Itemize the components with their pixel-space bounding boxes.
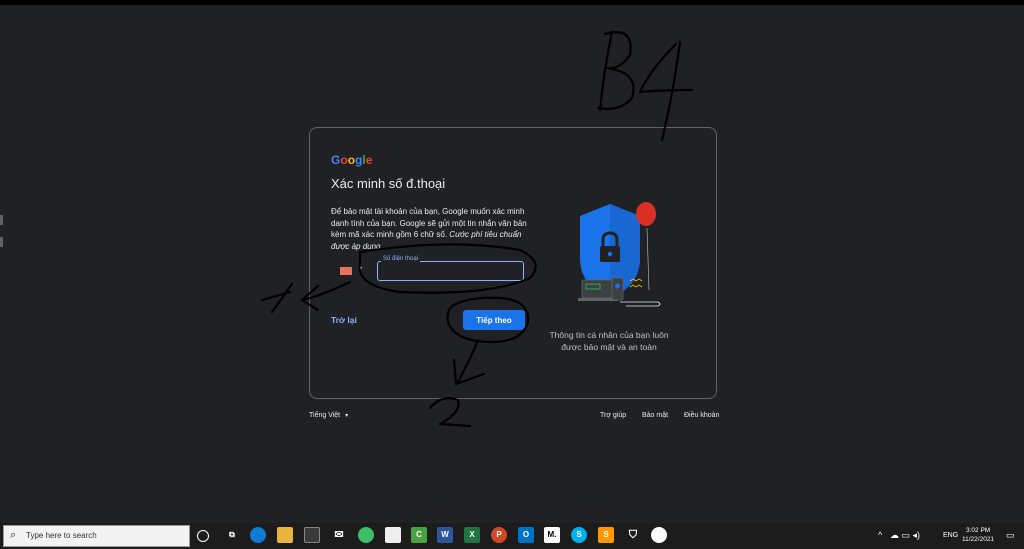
logo-letter: e	[365, 153, 373, 167]
phone-input[interactable]	[378, 262, 523, 280]
illustration-caption: Thông tin cá nhân của bạn luôn được bảo …	[549, 330, 669, 352]
country-selector[interactable]: ▾	[340, 264, 368, 278]
taskbar-search[interactable]: ⌕ Type here to search	[3, 525, 190, 547]
app-icon[interactable]	[385, 527, 401, 543]
page-title: Xác minh số đ.thoại	[331, 176, 446, 191]
edge-icon[interactable]	[250, 527, 266, 543]
description: Để bảo mật tài khoản của bạn, Google muố…	[331, 206, 531, 252]
security-icon[interactable]: ⛉	[625, 527, 641, 543]
flag-icon	[340, 267, 352, 275]
tray-icons[interactable]: ☁ ▭ ◂)	[890, 530, 920, 549]
footer-link-terms[interactable]: Điều khoản	[684, 412, 719, 419]
mail-icon[interactable]: ✉	[331, 527, 347, 543]
browser-icon[interactable]	[358, 527, 374, 543]
top-bar	[0, 0, 1024, 5]
phone-label: Số điện thoại	[381, 256, 421, 262]
annotation-number-2	[428, 397, 472, 428]
balloon-icon	[636, 202, 656, 226]
clock-date[interactable]: 11/22/2021	[962, 536, 994, 549]
word-icon[interactable]: W	[437, 527, 453, 543]
chevron-down-icon: ▾	[345, 413, 349, 419]
camtasia-icon[interactable]: C	[411, 527, 427, 543]
notification-icon[interactable]: ▭	[1006, 530, 1015, 549]
logo-letter: o	[347, 153, 356, 167]
m-app-icon[interactable]: M.	[544, 527, 560, 543]
annotation-b-stroke	[598, 30, 614, 112]
chevron-down-icon: ▾	[358, 264, 363, 273]
language-label: Tiếng Việt	[309, 412, 341, 419]
annotation-four-stroke	[638, 42, 694, 94]
left-edge-mark	[0, 237, 3, 247]
powerpoint-icon[interactable]: P	[491, 527, 507, 543]
logo-letter: o	[340, 153, 348, 167]
footer-link-help[interactable]: Trợ giúp	[600, 412, 626, 419]
verification-card: Google Xác minh số đ.thoại Để bảo mật tà…	[309, 127, 717, 399]
taskbar: ⌕ Type here to search ⧉ ✉ C W X P O M. S…	[0, 523, 1024, 549]
language-selector[interactable]: Tiếng Việt ▾	[309, 412, 348, 419]
logo-letter: g	[355, 153, 363, 167]
excel-icon[interactable]: X	[464, 527, 480, 543]
search-icon: ⌕	[10, 529, 17, 541]
phone-icon	[611, 277, 624, 301]
back-link[interactable]: Trở lại	[331, 315, 357, 325]
phone-field[interactable]: Số điện thoại	[377, 256, 524, 281]
annotation-number-1	[260, 282, 294, 314]
store-icon[interactable]	[304, 527, 320, 543]
annotation-four-stroke	[660, 40, 682, 142]
tray-chevron-up-icon[interactable]: ^	[878, 530, 882, 549]
annotation-b-stroke	[596, 31, 635, 110]
google-logo: Google	[331, 153, 372, 167]
logo-letter: G	[331, 153, 341, 167]
footer-link-privacy[interactable]: Bảo mật	[642, 412, 668, 419]
photos-icon[interactable]	[651, 527, 667, 543]
outlook-icon[interactable]: O	[518, 527, 534, 543]
sublime-icon[interactable]: S	[598, 527, 614, 543]
skype-icon[interactable]: S	[571, 527, 587, 543]
file-explorer-icon[interactable]	[277, 527, 293, 543]
security-illustration	[578, 202, 661, 307]
task-view-icon[interactable]: ⧉	[224, 527, 240, 543]
search-placeholder: Type here to search	[26, 531, 97, 540]
left-edge-mark	[0, 215, 3, 225]
cortana-icon[interactable]	[197, 530, 209, 542]
next-button[interactable]: Tiếp theo	[463, 310, 525, 330]
language-indicator[interactable]: ENG	[943, 532, 958, 549]
screen: Google Xác minh số đ.thoại Để bảo mật tà…	[0, 0, 1024, 549]
